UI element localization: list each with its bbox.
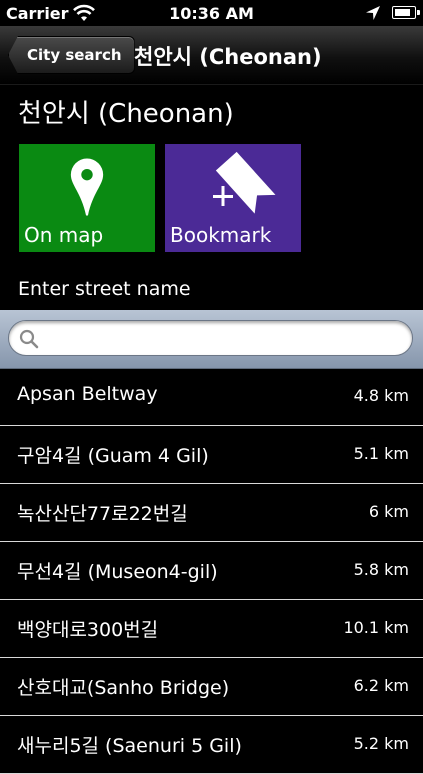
street-row[interactable]: Apsan Beltway 4.8 km [0, 368, 423, 426]
battery-icon [392, 6, 420, 19]
street-distance: 6.2 km [353, 676, 409, 695]
street-row[interactable]: 녹산산단77로22번길 6 km [0, 484, 423, 542]
street-distance: 5.2 km [353, 734, 409, 753]
battery-level [395, 9, 410, 16]
street-distance: 10.1 km [343, 618, 409, 637]
street-name: Apsan Beltway [17, 383, 158, 405]
search-icon [19, 329, 39, 349]
street-name: 백양대로300번길 [17, 619, 159, 641]
navigation-bar: City search 천안시 (Cheonan) [0, 26, 423, 85]
status-time: 10:36 AM [169, 4, 254, 23]
street-name: 녹산산단77로22번길 [17, 503, 188, 525]
location-arrow-icon [366, 6, 380, 20]
street-row[interactable]: 산호대교(Sanho Bridge) 6.2 km [0, 658, 423, 716]
street-row[interactable]: 무선4길 (Museon4-gil) 5.8 km [0, 542, 423, 600]
street-name: 무선4길 (Museon4-gil) [17, 561, 218, 583]
search-input[interactable] [43, 325, 407, 353]
map-pin-icon [70, 158, 104, 216]
street-prompt: Enter street name [18, 278, 191, 300]
search-bar [0, 310, 423, 369]
street-row[interactable]: 백양대로300번길 10.1 km [0, 600, 423, 658]
street-distance: 5.8 km [353, 560, 409, 579]
city-heading: 천안시 (Cheonan) [18, 99, 234, 129]
on-map-label: On map [24, 223, 104, 247]
nav-title: 천안시 (Cheonan) [134, 45, 322, 69]
on-map-button[interactable]: On map [19, 144, 155, 252]
street-distance: 5.1 km [353, 444, 409, 463]
street-list: Apsan Beltway 4.8 km 구암4길 (Guam 4 Gil) 5.1 … [0, 368, 423, 774]
bookmark-button[interactable]: Bookmark [165, 144, 301, 252]
street-name: 산호대교(Sanho Bridge) [17, 677, 230, 699]
street-name: 구암4길 (Guam 4 Gil) [17, 445, 209, 467]
search-field[interactable] [8, 320, 413, 356]
street-row[interactable]: 새누리5길 (Saenuri 5 Gil) 5.2 km [0, 716, 423, 774]
bookmark-add-icon [211, 151, 276, 214]
back-button[interactable]: City search [8, 36, 135, 74]
bookmark-label: Bookmark [170, 223, 272, 247]
street-row[interactable]: 구암4길 (Guam 4 Gil) 5.1 km [0, 426, 423, 484]
status-bar: Carrier 10:36 AM [0, 0, 423, 26]
street-distance: 4.8 km [353, 386, 409, 405]
street-name: 새누리5길 (Saenuri 5 Gil) [17, 735, 242, 757]
street-distance: 6 km [368, 502, 409, 521]
